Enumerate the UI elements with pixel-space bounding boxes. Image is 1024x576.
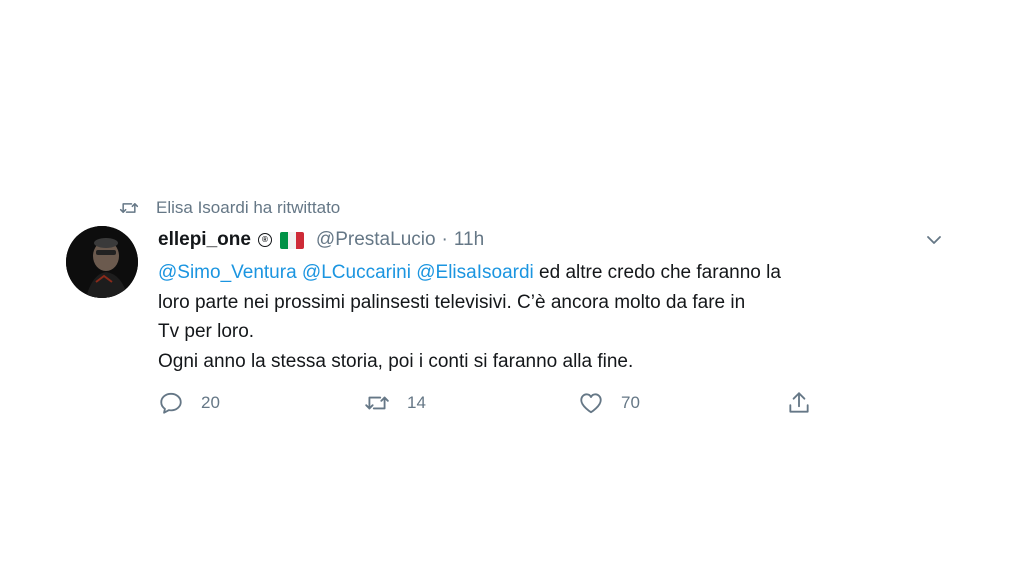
retweet-icon bbox=[365, 396, 389, 410]
tweet-text: @Simo_Ventura @LCuccarini @ElisaIsoardi … bbox=[158, 258, 958, 376]
chevron-down-icon bbox=[927, 236, 941, 244]
like-button[interactable]: 70 bbox=[578, 388, 640, 418]
tweet-timestamp[interactable]: 11h bbox=[454, 229, 484, 251]
tweet-text-line-3: Tv per loro. bbox=[158, 321, 255, 342]
reply-button[interactable]: 20 bbox=[158, 388, 220, 418]
like-count: 70 bbox=[621, 393, 640, 412]
tweet[interactable]: Elisa Isoardi ha ritwittato ellepi_one ®… bbox=[0, 0, 1024, 576]
avatar[interactable] bbox=[66, 226, 138, 298]
author-handle[interactable]: @PrestaLucio bbox=[316, 229, 436, 251]
tweet-text-line-2: loro parte nei prossimi palinsesti telev… bbox=[158, 291, 746, 313]
more-options-button[interactable] bbox=[924, 230, 944, 250]
share-icon bbox=[789, 392, 809, 413]
registered-badge: ® bbox=[257, 233, 272, 247]
retweet-context: Elisa Isoardi ha ritwittato bbox=[118, 196, 340, 220]
mention-link[interactable]: @Simo_Ventura bbox=[158, 262, 297, 283]
retweet-count: 14 bbox=[407, 393, 426, 412]
retweet-button[interactable]: 14 bbox=[364, 388, 426, 418]
retweet-icon bbox=[118, 198, 140, 218]
author-display-name[interactable]: ellepi_one bbox=[158, 229, 251, 251]
tweet-header: ellepi_one ® @PrestaLucio · 11h bbox=[158, 227, 484, 253]
tweet-actions: 20 14 70 bbox=[158, 388, 838, 420]
italy-flag-icon bbox=[279, 231, 304, 249]
reply-icon bbox=[160, 392, 182, 414]
reply-count: 20 bbox=[201, 393, 220, 412]
separator-dot: · bbox=[441, 229, 448, 250]
tweet-text-segment: ed altre credo che faranno la bbox=[533, 262, 781, 283]
retweet-context-text: Elisa Isoardi ha ritwittato bbox=[156, 198, 341, 217]
tweet-text-line-4: Ogni anno la stessa storia, poi i conti … bbox=[158, 350, 634, 372]
share-button[interactable] bbox=[786, 388, 812, 418]
heart-icon bbox=[580, 393, 602, 414]
tweet-text-line-1: @Simo_Ventura @LCuccarini @ElisaIsoardi … bbox=[158, 258, 958, 288]
mention-link[interactable]: @LCuccarini bbox=[302, 262, 411, 283]
mention-link[interactable]: @ElisaIsoardi bbox=[416, 262, 534, 283]
